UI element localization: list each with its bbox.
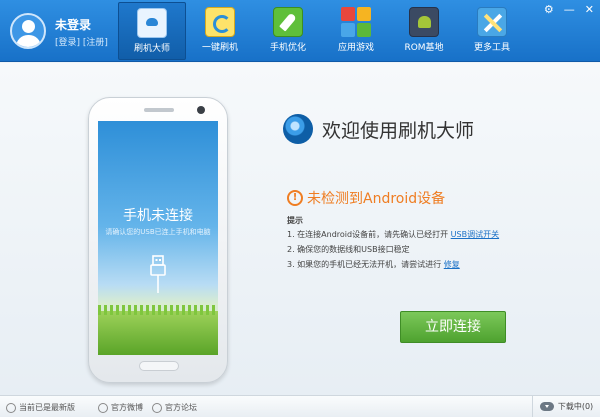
nav-label: 更多工具	[473, 43, 510, 53]
tip-text: 1. 在连接Android设备前，请先确认已经打开	[287, 230, 449, 239]
tip-item: 1. 在连接Android设备前，请先确认已经打开 USB调试开关	[287, 229, 499, 240]
login-links: [登录] [注册]	[55, 35, 108, 48]
forum-icon	[152, 402, 162, 413]
phone-screen: 手机未连接 请确认您的USB已连上手机和电脑	[98, 121, 218, 355]
grass-decoration	[98, 305, 218, 355]
top-toolbar: 未登录 [登录] [注册] 刷机大师 一键刷机 手机优化 应用游戏 ROM基地	[0, 0, 600, 62]
nav-label: 手机优化	[269, 43, 306, 53]
download-count: 下载中(0)	[557, 402, 594, 411]
nav-apps-games[interactable]: 应用游戏	[322, 2, 390, 60]
tip-text: 2. 确保您的数据线和USB接口稳定	[287, 245, 410, 254]
cloud-download-icon	[539, 402, 554, 411]
apps-grid-icon	[341, 7, 371, 37]
version-text: 当前已是最新版	[19, 403, 75, 412]
tips-section: 提示 1. 在连接Android设备前，请先确认已经打开 USB调试开关 2. …	[287, 215, 499, 274]
usb-icon	[150, 255, 166, 293]
weibo-text: 官方微博	[111, 403, 143, 412]
main-nav: 刷机大师 一键刷机 手机优化 应用游戏 ROM基地 更多工具	[118, 2, 526, 60]
repair-link[interactable]: 修复	[444, 260, 460, 269]
phone-speaker	[144, 108, 174, 112]
welcome-title: 欢迎使用刷机大师	[322, 120, 475, 142]
tip-item: 2. 确保您的数据线和USB接口稳定	[287, 244, 499, 255]
weibo-icon	[98, 402, 108, 413]
android-icon	[409, 7, 439, 37]
tip-item: 3. 如果您的手机已经无法开机，请尝试进行 修复	[287, 259, 499, 270]
user-avatar[interactable]	[10, 13, 46, 49]
nav-phone-optimize[interactable]: 手机优化	[254, 2, 322, 60]
phone-illustration: 手机未连接 请确认您的USB已连上手机和电脑	[88, 97, 228, 383]
nav-flash-master[interactable]: 刷机大师	[118, 2, 186, 60]
tips-title: 提示	[287, 216, 303, 225]
settings-icon[interactable]: ⚙	[544, 4, 554, 15]
main-panel: 手机未连接 请确认您的USB已连上手机和电脑 欢迎使用刷机大师 ! 未检测到An…	[0, 63, 600, 395]
status-bar: 当前已是最新版 官方微博 官方论坛 下载中(0)	[0, 395, 600, 417]
window-controls: ⚙ — ✕	[544, 4, 594, 15]
tools-icon	[477, 7, 507, 37]
nav-one-key-flash[interactable]: 一键刷机	[186, 2, 254, 60]
weibo-link[interactable]: 官方微博	[98, 402, 143, 413]
warning-icon: !	[287, 190, 303, 206]
phone-connect-hint: 请确认您的USB已连上手机和电脑	[105, 228, 211, 236]
nav-rom-base[interactable]: ROM基地	[390, 2, 458, 60]
close-icon[interactable]: ✕	[585, 4, 594, 15]
phone-not-connected-title: 手机未连接	[123, 208, 193, 224]
nav-label: ROM基地	[404, 43, 444, 53]
version-status: 当前已是最新版	[6, 402, 75, 413]
rocket-icon	[273, 7, 303, 37]
phone-home-button	[139, 361, 179, 371]
usb-debug-link[interactable]: USB调试开关	[451, 230, 499, 239]
refresh-status-icon	[6, 402, 16, 413]
login-link[interactable]: [登录]	[55, 38, 80, 48]
phone-camera	[197, 106, 205, 114]
nav-label: 应用游戏	[337, 43, 374, 53]
nav-label: 一键刷机	[201, 43, 238, 53]
app-logo	[283, 114, 313, 144]
login-status: 未登录	[55, 18, 92, 32]
minimize-icon[interactable]: —	[564, 4, 575, 15]
forum-text: 官方论坛	[165, 403, 197, 412]
nav-more-tools[interactable]: 更多工具	[458, 2, 526, 60]
tip-text: 3. 如果您的手机已经无法开机，请尝试进行	[287, 260, 442, 269]
nav-label: 刷机大师	[133, 44, 170, 54]
no-device-warning: 未检测到Android设备	[307, 191, 446, 207]
register-link[interactable]: [注册]	[83, 38, 108, 48]
cloud-flash-icon	[137, 8, 167, 38]
download-manager-button[interactable]: 下载中(0)	[532, 396, 600, 417]
forum-link[interactable]: 官方论坛	[152, 402, 197, 413]
refresh-icon	[205, 7, 235, 37]
connect-now-button[interactable]: 立即连接	[400, 311, 506, 343]
